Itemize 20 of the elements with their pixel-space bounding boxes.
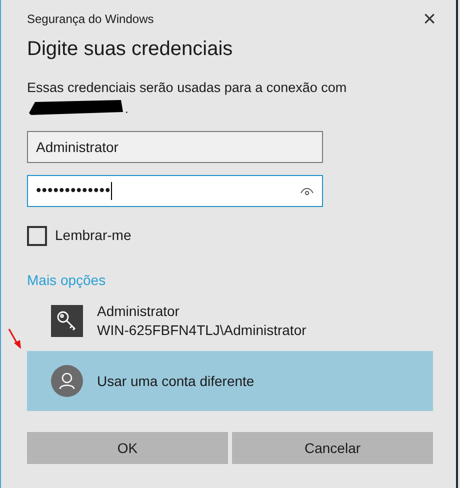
dialog-heading: Digite suas credenciais: [27, 37, 234, 62]
window-title: Segurança do Windows: [27, 11, 154, 28]
account-detail: WIN-625FBFN4TLJ\Administrator: [97, 321, 306, 340]
key-icon: [51, 305, 83, 337]
description-end: .: [125, 103, 128, 115]
remember-checkbox[interactable]: [27, 226, 47, 246]
dialog-button[interactable]: Cancelar: [232, 432, 433, 464]
username-field[interactable]: Administrator: [27, 131, 323, 163]
account-name: Usar uma conta diferente: [97, 372, 254, 390]
annotation-arrow: [8, 328, 22, 350]
account-name: Administrator: [97, 302, 180, 321]
reveal-password-icon[interactable]: [300, 186, 314, 196]
user-icon: [51, 365, 83, 397]
close-button[interactable]: ×: [423, 8, 436, 30]
account-item[interactable]: Administrator WIN-625FBFN4TLJ\Administrator: [27, 301, 433, 341]
description-text: Essas credenciais serão usadas para a conexão com: [27, 79, 348, 97]
account-item[interactable]: Usar uma conta diferente: [27, 351, 433, 411]
remember-label: Lembrar-me: [55, 226, 132, 245]
password-field[interactable]: •••••••••••••: [27, 175, 323, 207]
dialog-button[interactable]: OK: [27, 432, 228, 464]
